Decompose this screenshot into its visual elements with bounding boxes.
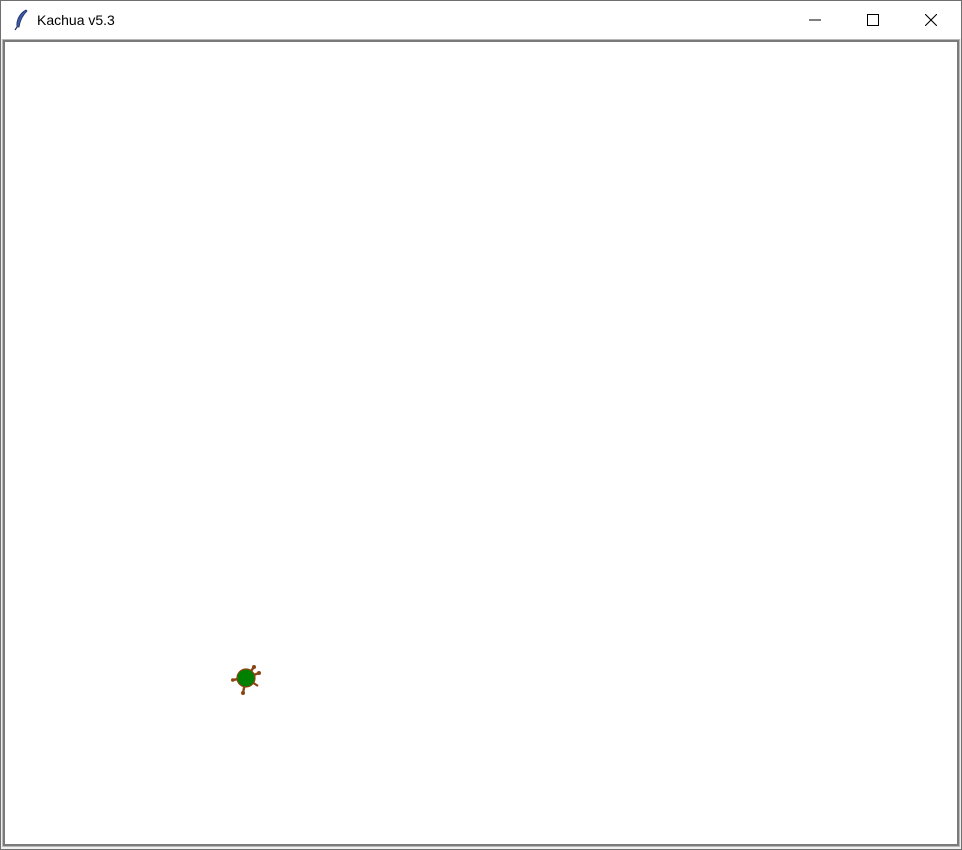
app-window: Kachua v5.3 xyxy=(0,0,962,850)
maximize-icon xyxy=(867,14,879,26)
feather-icon xyxy=(14,9,28,31)
turtle-icon[interactable] xyxy=(231,662,261,696)
close-icon xyxy=(925,14,937,26)
minimize-button[interactable] xyxy=(786,1,844,39)
title-bar[interactable]: Kachua v5.3 xyxy=(1,1,961,39)
canvas-frame xyxy=(2,39,960,847)
close-button[interactable] xyxy=(902,1,960,39)
minimize-icon xyxy=(809,19,821,21)
window-title: Kachua v5.3 xyxy=(37,12,115,28)
maximize-button[interactable] xyxy=(844,1,902,39)
drawing-canvas[interactable] xyxy=(9,45,955,843)
